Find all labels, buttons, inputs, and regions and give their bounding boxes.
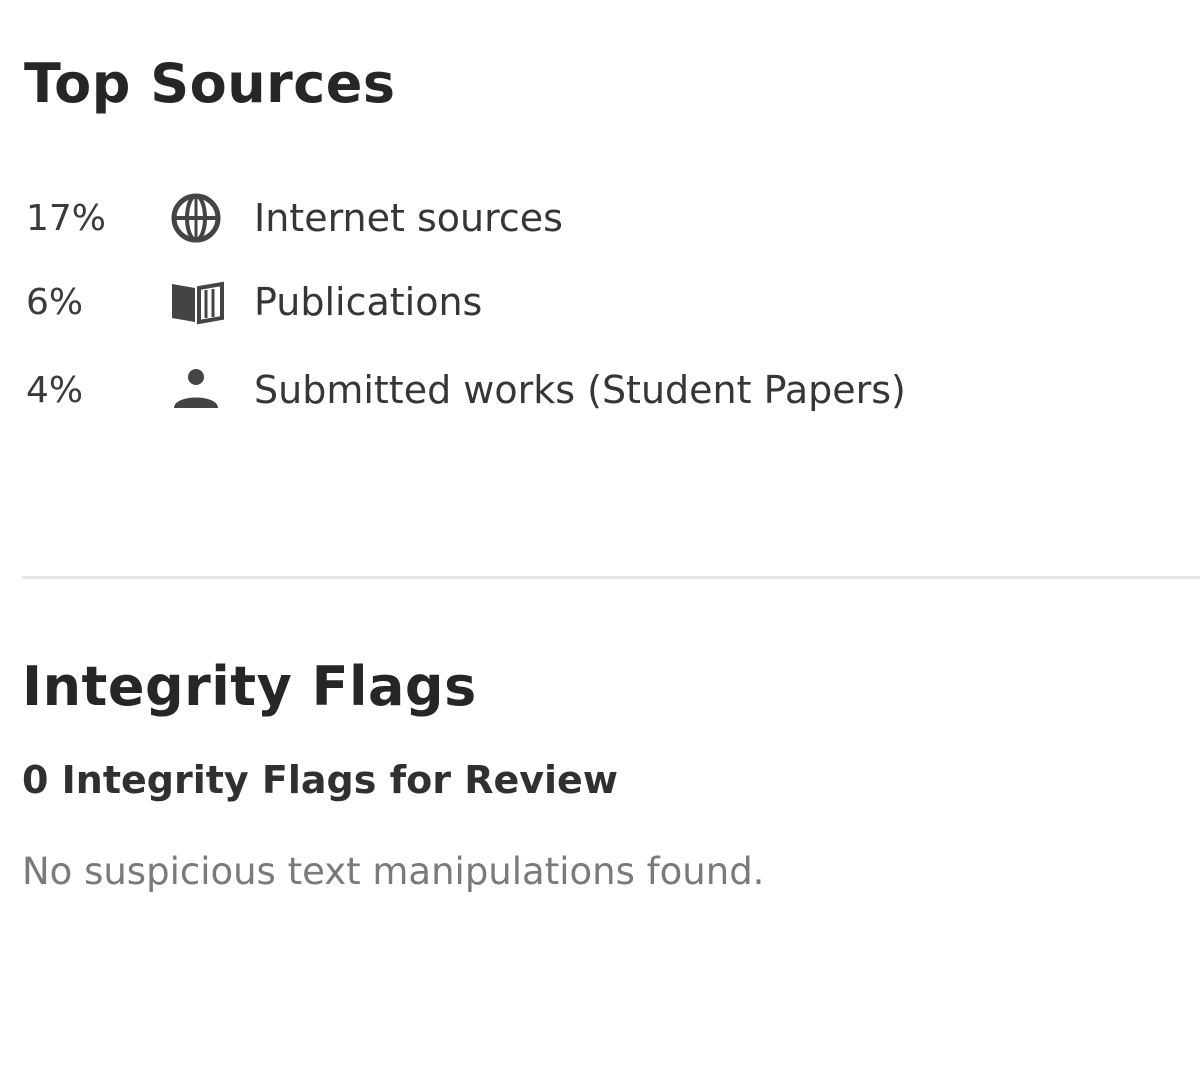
book-icon [168,276,232,328]
source-label: Publications [254,280,483,324]
source-percent: 6% [26,281,84,323]
source-row-publications: 6% Publications [26,276,482,328]
source-percent: 17% [26,197,107,239]
section-divider [22,576,1200,579]
source-percent: 4% [26,369,84,411]
top-sources-title: Top Sources [24,52,396,115]
integrity-flags-count: 0 Integrity Flags for Review [22,758,618,802]
source-label: Internet sources [254,196,563,240]
globe-icon [168,192,232,244]
source-label: Submitted works (Student Papers) [254,368,906,412]
integrity-flags-title: Integrity Flags [22,655,477,718]
integrity-flags-note: No suspicious text manipulations found. [22,850,765,893]
source-row-internet: 17% Internet sources [26,192,563,244]
person-icon [168,364,232,416]
source-row-submitted-works: 4% Submitted works (Student Papers) [26,364,906,416]
